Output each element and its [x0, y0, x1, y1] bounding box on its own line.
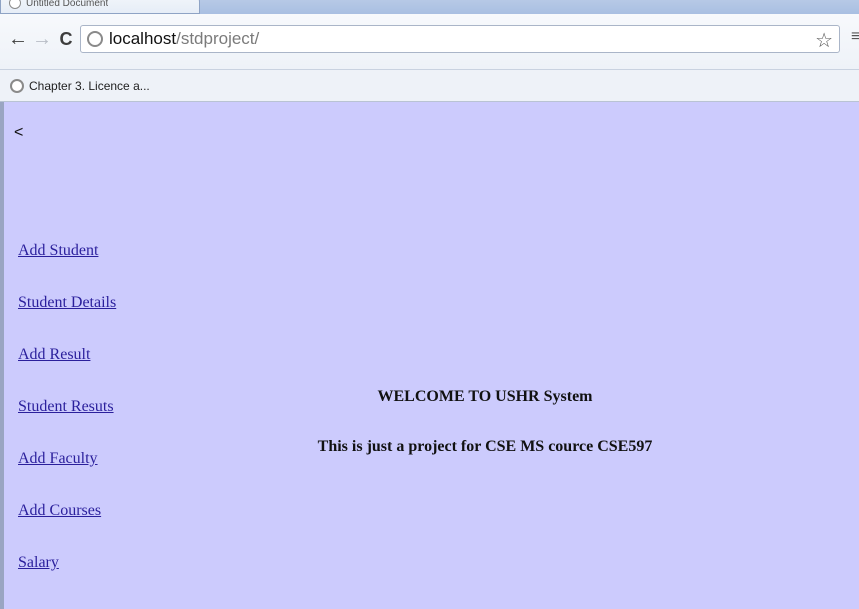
forward-arrow-icon: →	[32, 27, 52, 50]
url-path: /stdproject/	[176, 29, 260, 48]
globe-icon	[10, 78, 24, 93]
nav-link-salary[interactable]: Salary	[18, 554, 116, 606]
nav-menu: Add Student Student Details Add Result S…	[18, 242, 116, 606]
tab-title: Untitled Document	[26, 0, 109, 9]
star-icon[interactable]: ☆	[815, 28, 833, 53]
forward-button[interactable]: →	[32, 26, 52, 52]
browser-toolbar: ← → C localhost/stdproject/ ☆ ≡	[0, 14, 859, 70]
back-button[interactable]: ←	[8, 26, 28, 52]
page-content: < Add Student Student Details Add Result…	[0, 102, 859, 609]
reload-icon: C	[59, 28, 73, 49]
menu-icon[interactable]: ≡	[851, 28, 859, 46]
reload-button[interactable]: C	[56, 26, 76, 52]
tab-strip: Untitled Document	[0, 0, 859, 14]
welcome-heading: WELCOME TO USHR System	[377, 388, 593, 405]
nav-link-student-details[interactable]: Student Details	[18, 294, 116, 346]
page-left-border	[0, 102, 4, 609]
address-bar[interactable]: localhost/stdproject/	[80, 25, 840, 53]
browser-window: Untitled Document ← → C localhost/stdpro…	[0, 0, 859, 609]
back-link[interactable]: <	[14, 124, 23, 142]
nav-link-student-results[interactable]: Student Resuts	[18, 398, 116, 450]
nav-link-add-student[interactable]: Add Student	[18, 242, 116, 294]
globe-icon	[87, 31, 103, 47]
browser-tab[interactable]: Untitled Document	[0, 0, 200, 14]
project-subtitle: This is just a project for CSE MS cource…	[317, 438, 653, 455]
bookmarks-bar: Chapter 3. Licence a...	[0, 70, 859, 102]
globe-icon	[9, 0, 21, 9]
url-host: localhost	[109, 29, 177, 48]
back-arrow-icon: ←	[8, 27, 28, 50]
nav-link-add-faculty[interactable]: Add Faculty	[18, 450, 116, 502]
bookmark-item[interactable]: Chapter 3. Licence a...	[29, 79, 150, 93]
nav-link-add-result[interactable]: Add Result	[18, 346, 116, 398]
nav-link-add-courses[interactable]: Add Courses	[18, 502, 116, 554]
